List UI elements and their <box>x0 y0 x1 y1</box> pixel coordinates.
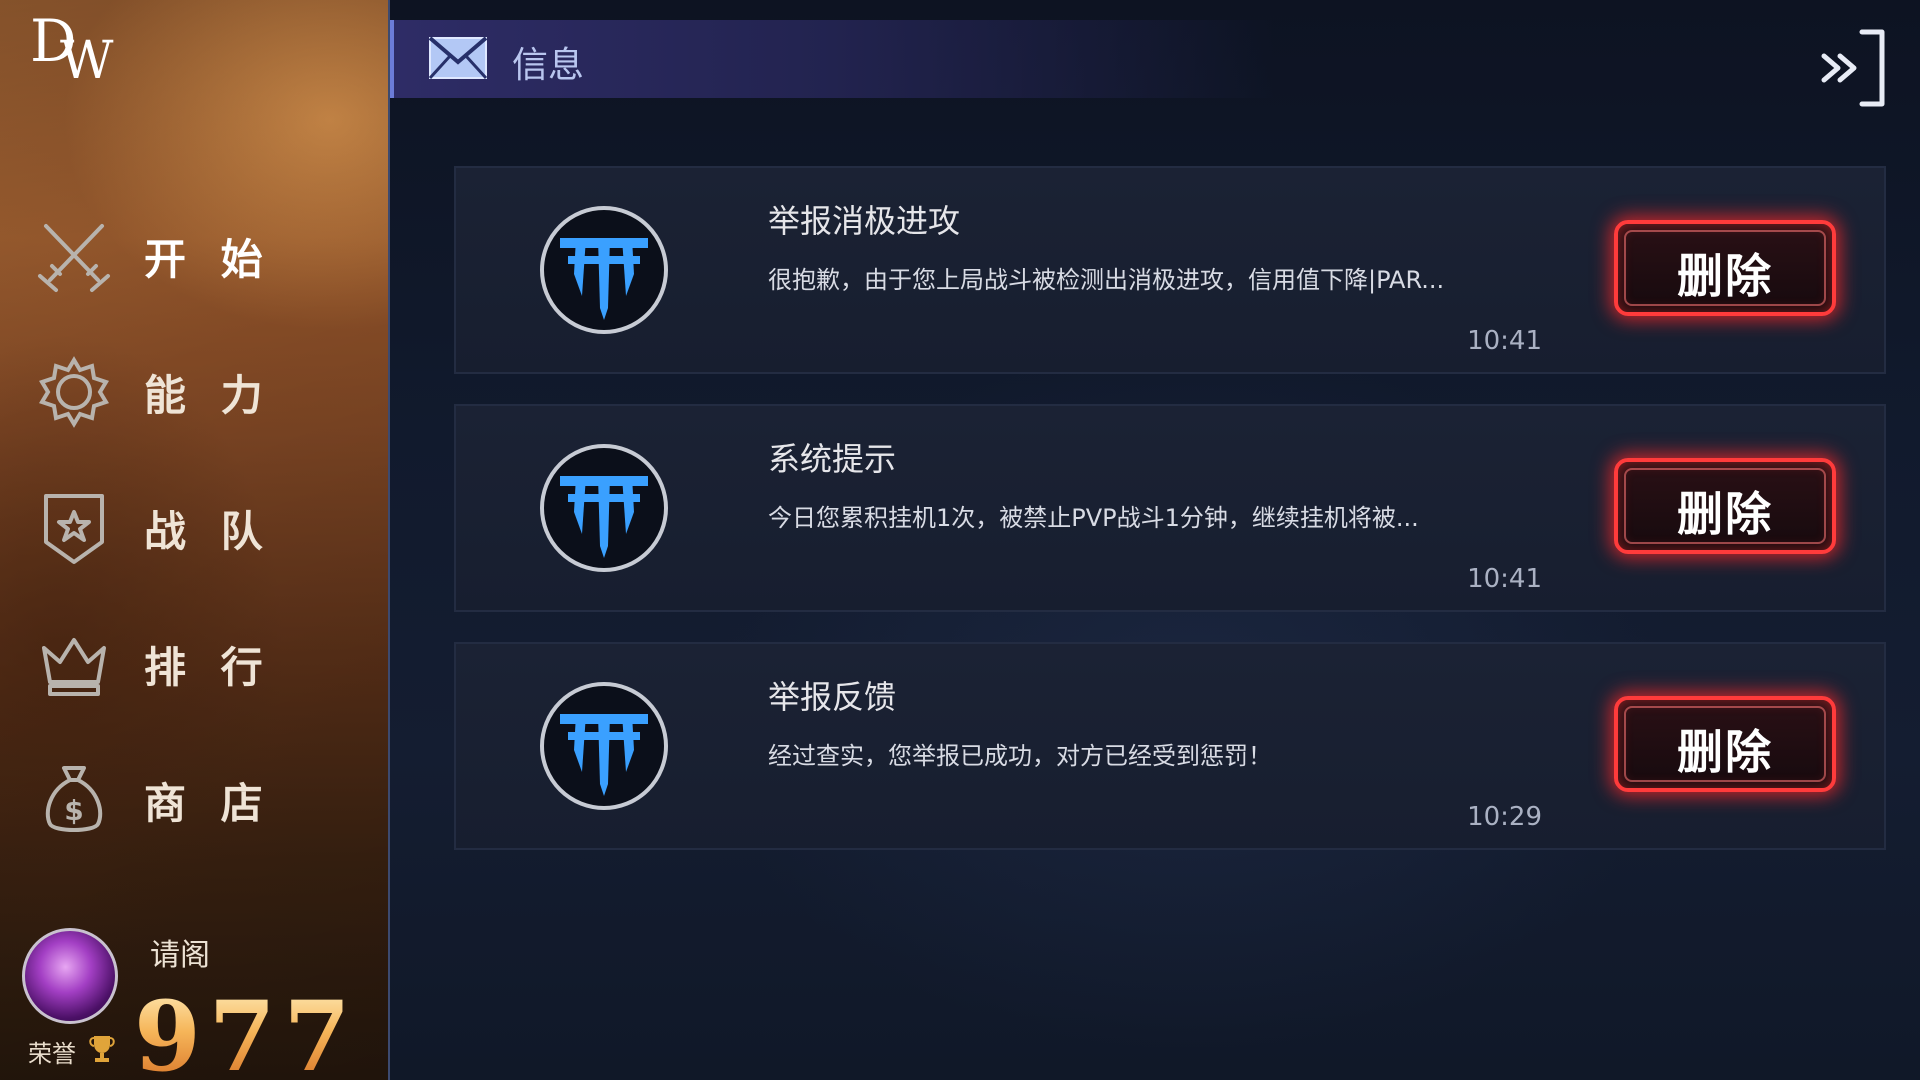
sidebar-item-label: 开 始 <box>144 235 273 284</box>
message-panel: 信息 举报消极进攻 很抱歉，由于您上局战斗被检测出消极进攻，信用值下降|PAR.… <box>390 0 1920 1080</box>
sidebar-item-ability[interactable]: 能 力 <box>0 332 388 442</box>
delete-button-label: 删除 <box>1677 249 1773 303</box>
delete-button-label: 删除 <box>1677 487 1773 541</box>
exit-arrow-icon[interactable] <box>1818 28 1888 108</box>
message-sender-emblem-icon <box>540 444 668 572</box>
sidebar-item-team[interactable]: 战 队 <box>0 468 388 578</box>
message-item[interactable]: 系统提示 今日您累积挂机1次，被禁止PVP战斗1分钟，继续挂机将被... 10:… <box>454 404 1886 612</box>
game-logo: D W <box>30 12 130 92</box>
message-body: 今日您累积挂机1次，被禁止PVP战斗1分钟，继续挂机将被... <box>768 504 1419 532</box>
panel-header: 信息 <box>390 20 1274 98</box>
honor-label: 荣誉 <box>28 1040 76 1068</box>
sidebar-item-shop[interactable]: $ 商 店 <box>0 740 388 850</box>
svg-text:$: $ <box>64 794 83 827</box>
message-title: 系统提示 <box>768 440 897 478</box>
sidebar-item-label: 能 力 <box>144 371 273 420</box>
message-time: 10:41 <box>1467 564 1542 594</box>
sidebar-item-label: 商 店 <box>144 779 273 828</box>
mail-icon <box>428 36 488 80</box>
player-name: 请阁 <box>150 938 210 973</box>
money-bag-icon: $ <box>45 766 103 832</box>
sidebar-item-ranking[interactable]: 排 行 <box>0 604 388 714</box>
message-time: 10:41 <box>1467 326 1542 356</box>
message-item[interactable]: 举报反馈 经过查实，您举报已成功，对方已经受到惩罚！ 10:29 删除 <box>454 642 1886 850</box>
sidebar: D W 开 始 能 力 战 队 排 行 $ 商 店 请阁 荣誉 977 <box>0 0 390 1080</box>
game-screen: D W 开 始 能 力 战 队 排 行 $ 商 店 请阁 荣誉 977 信息 举… <box>0 0 1920 1080</box>
gear-icon <box>39 356 109 428</box>
message-sender-emblem-icon <box>540 206 668 334</box>
crossed-swords-icon <box>38 224 110 292</box>
trophy-icon <box>89 1036 115 1062</box>
honor-score: 977 <box>134 980 358 1080</box>
panel-title: 信息 <box>512 45 585 86</box>
shield-star-icon <box>44 494 104 564</box>
delete-button-label: 删除 <box>1677 725 1773 779</box>
message-body: 经过查实，您举报已成功，对方已经受到惩罚！ <box>768 742 1272 770</box>
message-body: 很抱歉，由于您上局战斗被检测出消极进攻，信用值下降|PAR... <box>768 266 1445 294</box>
message-item[interactable]: 举报消极进攻 很抱歉，由于您上局战斗被检测出消极进攻，信用值下降|PAR... … <box>454 166 1886 374</box>
sidebar-item-label: 排 行 <box>144 643 273 692</box>
crown-icon <box>42 638 106 696</box>
message-time: 10:29 <box>1467 802 1542 832</box>
sidebar-item-label: 战 队 <box>144 507 273 556</box>
delete-button[interactable]: 删除 <box>1614 220 1836 316</box>
player-profile[interactable]: 请阁 荣誉 977 <box>0 910 388 1080</box>
message-title: 举报反馈 <box>768 678 897 716</box>
sidebar-item-start[interactable]: 开 始 <box>0 196 388 306</box>
delete-button[interactable]: 删除 <box>1614 458 1836 554</box>
logo-letter-w: W <box>60 31 114 91</box>
delete-button[interactable]: 删除 <box>1614 696 1836 792</box>
avatar[interactable] <box>22 928 118 1024</box>
message-title: 举报消极进攻 <box>768 202 961 240</box>
message-sender-emblem-icon <box>540 682 668 810</box>
